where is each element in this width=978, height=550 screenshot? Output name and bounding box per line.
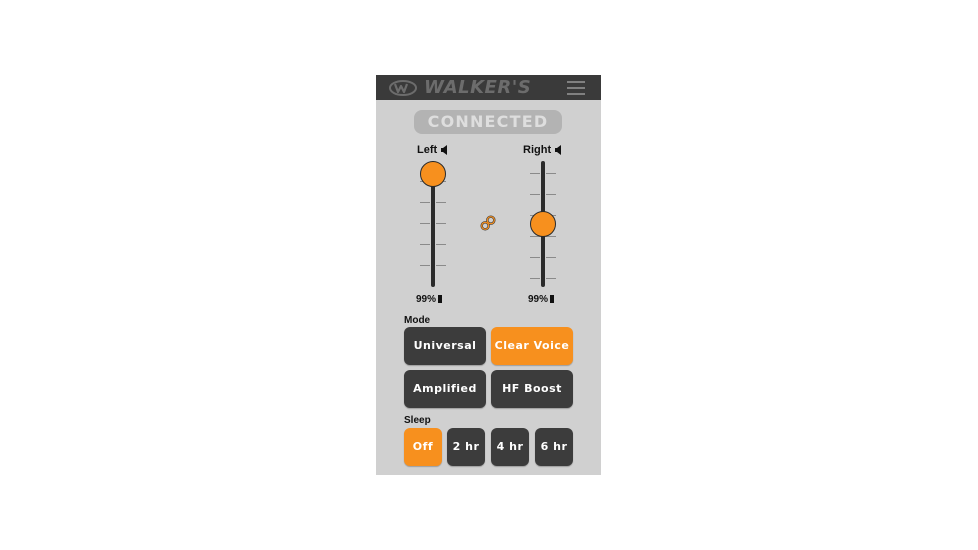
slider-tick <box>546 194 556 195</box>
left-channel-label: Left <box>417 144 448 156</box>
slider-tick <box>530 257 540 258</box>
slider-tick <box>420 244 430 245</box>
speaker-icon <box>441 145 448 156</box>
battery-icon <box>438 295 443 303</box>
right-battery-indicator: 99% <box>528 294 555 306</box>
sleep-6hr-button[interactable]: 6 hr <box>535 428 573 466</box>
app-screen: WALKER'S CONNECTED Left Right 99% 99% Mo… <box>376 75 601 475</box>
slider-tick <box>436 265 446 266</box>
app-header: WALKER'S <box>376 75 601 100</box>
sleep-2hr-button[interactable]: 2 hr <box>447 428 485 466</box>
slider-tick <box>546 173 556 174</box>
walkers-logo-icon <box>389 80 417 96</box>
sleep-off-button[interactable]: Off <box>404 428 442 466</box>
mode-section-label: Mode <box>404 315 431 326</box>
speaker-icon <box>555 145 562 156</box>
mode-hf-boost-button[interactable]: HF Boost <box>491 370 573 408</box>
slider-tick <box>436 202 446 203</box>
right-volume-slider[interactable] <box>523 161 563 287</box>
left-battery-indicator: 99% <box>416 294 443 306</box>
slider-tick <box>546 278 556 279</box>
slider-tick <box>436 223 446 224</box>
slider-tick <box>420 265 430 266</box>
brand-name: WALKER'S <box>424 77 532 98</box>
slider-tick <box>420 202 430 203</box>
sleep-section-label: Sleep <box>404 415 431 426</box>
battery-icon <box>550 295 555 303</box>
left-volume-slider[interactable] <box>413 161 453 287</box>
link-icon[interactable] <box>480 215 496 231</box>
slider-tick <box>530 194 540 195</box>
mode-amplified-button[interactable]: Amplified <box>404 370 486 408</box>
slider-tick <box>436 244 446 245</box>
right-channel-label: Right <box>523 144 562 156</box>
slider-tick <box>530 173 540 174</box>
mode-clear-voice-button[interactable]: Clear Voice <box>491 327 573 365</box>
connection-status-badge: CONNECTED <box>414 110 562 134</box>
hamburger-menu-icon[interactable] <box>567 81 585 95</box>
slider-tick <box>530 278 540 279</box>
slider-tick <box>546 257 556 258</box>
mode-universal-button[interactable]: Universal <box>404 327 486 365</box>
slider-tick <box>420 223 430 224</box>
left-volume-knob[interactable] <box>420 161 446 187</box>
right-volume-knob[interactable] <box>530 211 556 237</box>
sleep-4hr-button[interactable]: 4 hr <box>491 428 529 466</box>
